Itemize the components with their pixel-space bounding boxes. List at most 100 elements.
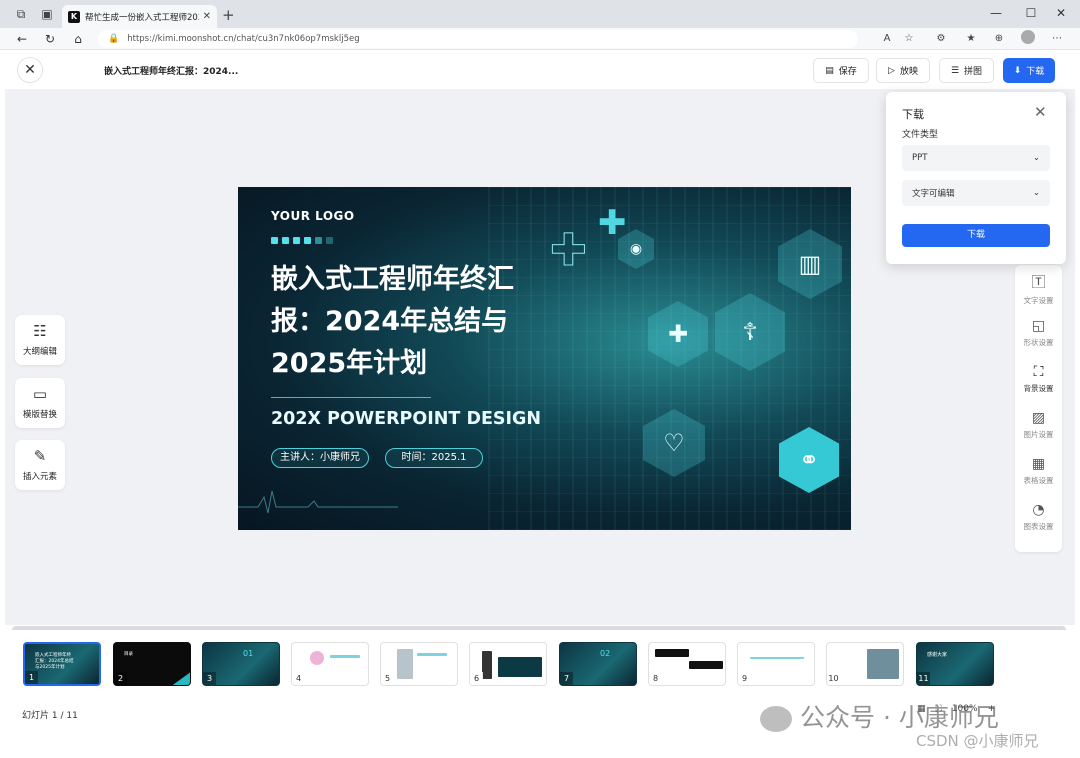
collage-button[interactable]: ☰ 拼图: [939, 58, 994, 83]
text-editable-value: 文字可编辑: [912, 189, 955, 199]
thumb-number: 5: [381, 672, 394, 685]
workspaces-icon[interactable]: ⧉: [14, 7, 28, 21]
close-editor-button[interactable]: ✕: [17, 57, 43, 83]
popover-close-icon[interactable]: ✕: [1034, 103, 1047, 121]
profile-avatar[interactable]: [1021, 30, 1035, 44]
slide-thumbnail[interactable]: 8: [648, 642, 726, 686]
background-settings-button[interactable]: ⛶ 背景设置: [1015, 364, 1062, 394]
collage-label: 拼图: [964, 67, 983, 77]
slide-logo: YOUR LOGO: [271, 209, 355, 223]
save-button[interactable]: ▤ 保存: [813, 58, 869, 83]
text-editable-select[interactable]: 文字可编辑 ⌄: [902, 180, 1050, 206]
browser-tab[interactable]: K 帮忙生成一份嵌入式工程师2024 ✕: [62, 5, 217, 28]
new-tab-icon[interactable]: +: [222, 6, 235, 24]
slide-counter: 幻灯片 1 / 11: [22, 711, 78, 721]
slide-divider: [271, 397, 431, 398]
thumb-accent: [655, 649, 689, 657]
minimize-icon[interactable]: —: [986, 6, 1006, 20]
tab-title: 帮忙生成一份嵌入式工程师2024: [85, 12, 199, 23]
document-title: 嵌入式工程师年终汇报：2024...: [104, 67, 239, 77]
kimi-favicon-icon: K: [68, 10, 80, 23]
table-settings-button[interactable]: ▦ 表格设置: [1015, 456, 1062, 486]
home-icon[interactable]: ⌂: [70, 31, 86, 47]
chart-settings-button[interactable]: ◔ 图表设置: [1015, 502, 1062, 532]
wechat-watermark-text: 公众号 · 小康师兄: [800, 703, 999, 732]
right-tools-panel: 🅃 文字设置 ◱ 形状设置 ⛶ 背景设置 ▨ 图片设置 ▦ 表格设置 ◔ 图表设…: [1015, 265, 1062, 552]
slide-thumbnail[interactable]: 感谢大家 11: [916, 642, 994, 686]
template-replace-button[interactable]: ▭ 模版替换: [15, 378, 65, 428]
shape-settings-button[interactable]: ◱ 形状设置: [1015, 318, 1062, 348]
slide-thumbnail[interactable]: 目录 2: [113, 642, 191, 686]
file-type-select[interactable]: PPT ⌄: [902, 145, 1050, 171]
insert-element-button[interactable]: ✎ 插入元素: [15, 440, 65, 490]
thumb-text: 嵌入式工程师年终汇报：2024年总结与2025年计划: [35, 653, 74, 670]
play-button[interactable]: ▷ 放映: [876, 58, 930, 83]
wechat-watermark: 公众号 · 小康师兄: [760, 698, 999, 734]
image-settings-button[interactable]: ▨ 图片设置: [1015, 410, 1062, 440]
back-icon[interactable]: ←: [14, 31, 30, 47]
text-settings-icon: 🅃: [1031, 275, 1046, 291]
shape-settings-label: 形状设置: [1023, 338, 1054, 347]
slide-thumbnail[interactable]: 5: [380, 642, 458, 686]
thumb-accent: [330, 655, 360, 658]
window-close-icon[interactable]: ✕: [1051, 6, 1071, 20]
more-icon[interactable]: ⋯: [1050, 32, 1064, 46]
slide-subtitle: 202X POWERPOINT DESIGN: [271, 409, 542, 429]
slide-canvas[interactable]: ✚ ☦ ▥ ◉ ♡ ⚭ ✚ ✚ YOUR LOGO 嵌入式工程师年终汇报：202…: [238, 187, 851, 530]
slide-thumbnail[interactable]: 10: [826, 642, 904, 686]
thumb-accent: [867, 649, 899, 679]
confirm-download-button[interactable]: 下载: [902, 224, 1050, 247]
extensions-icon[interactable]: ⚙: [934, 32, 948, 46]
collections-icon[interactable]: ⊕: [992, 32, 1006, 46]
outline-icon: ☷: [33, 322, 47, 340]
file-type-label: 文件类型: [902, 130, 939, 140]
thumb-number: 3: [203, 672, 216, 685]
thumb-text: 01: [243, 649, 254, 658]
wechat-logo-icon: [760, 706, 792, 732]
url-input[interactable]: 🔒 https://kimi.moonshot.cn/chat/cu3n7nk0…: [98, 30, 858, 48]
download-popover-title: 下载: [902, 108, 924, 121]
table-settings-label: 表格设置: [1023, 476, 1054, 485]
thumb-number: 6: [470, 672, 483, 685]
thumb-number: 8: [649, 672, 662, 685]
thumb-accent: [397, 649, 413, 679]
tab-close-icon[interactable]: ✕: [203, 11, 211, 22]
download-popover: 下载 ✕ 文件类型 PPT ⌄ 文字可编辑 ⌄ 下载: [886, 92, 1066, 264]
thumb-text: 感谢大家: [927, 652, 948, 658]
outline-edit-button[interactable]: ☷ 大纲编辑: [15, 315, 65, 365]
download-button[interactable]: ⬇ 下载: [1003, 58, 1055, 83]
thumb-accent: [417, 653, 447, 656]
collage-icon: ☰: [950, 65, 960, 76]
tab-actions-icon[interactable]: ▣: [40, 7, 54, 21]
refresh-icon[interactable]: ↻: [42, 31, 58, 47]
slide-thumbnail[interactable]: 4: [291, 642, 369, 686]
browser-tab-bar: ⧉ ▣ K 帮忙生成一份嵌入式工程师2024 ✕ + — ☐ ✕: [0, 0, 1080, 28]
save-label: 保存: [838, 67, 857, 77]
strip-scrollbar[interactable]: [12, 626, 1066, 630]
template-icon: ▭: [32, 385, 48, 403]
slide-thumbnail[interactable]: 嵌入式工程师年终汇报：2024年总结与2025年计划 1: [23, 642, 101, 686]
insert-element-label: 插入元素: [22, 472, 57, 482]
slide-dots: [271, 237, 333, 244]
thumb-accent: [498, 657, 542, 677]
outline-edit-label: 大纲编辑: [22, 347, 57, 357]
read-aloud-icon[interactable]: A: [880, 32, 894, 46]
thumb-text: 目录: [124, 652, 133, 657]
slide-thumbnail[interactable]: 9: [737, 642, 815, 686]
thumb-accent: [482, 651, 492, 679]
favorites-icon[interactable]: ★: [964, 32, 978, 46]
text-settings-button[interactable]: 🅃 文字设置: [1015, 272, 1062, 306]
slide-thumbnail[interactable]: 02 7: [559, 642, 637, 686]
app-header: ✕ 嵌入式工程师年终汇报：2024... ▤ 保存 ▷ 放映 ☰ 拼图 ⬇ 下载: [5, 51, 1075, 89]
play-label: 放映: [899, 67, 918, 77]
favorite-add-icon[interactable]: ☆: [902, 32, 916, 46]
thumb-number: 9: [738, 672, 751, 685]
slide-thumbnail[interactable]: 6: [469, 642, 547, 686]
slide-thumbnail[interactable]: 01 3: [202, 642, 280, 686]
thumb-number: 11: [917, 672, 930, 685]
shape-settings-icon: ◱: [1031, 318, 1046, 334]
save-icon: ▤: [825, 65, 834, 76]
template-replace-label: 模版替换: [22, 410, 57, 420]
maximize-icon[interactable]: ☐: [1021, 6, 1041, 20]
table-settings-icon: ▦: [1031, 456, 1046, 472]
